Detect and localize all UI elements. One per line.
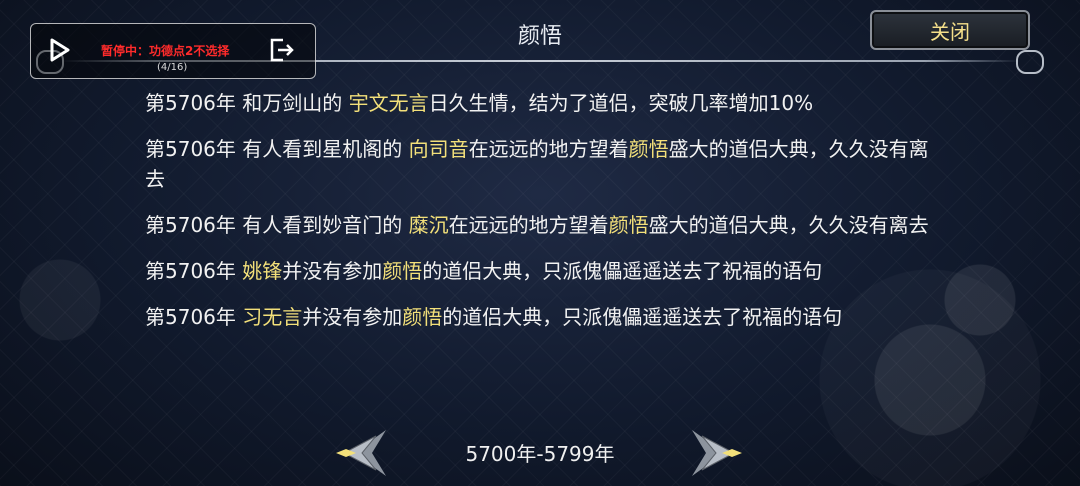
log-text: 第5706年 有人看到星机阁的	[145, 137, 409, 161]
playback-overlay: 暂停中：功德点2不选择 (4/16)	[30, 23, 316, 79]
log-entry: 第5706年 有人看到妙音门的 糜沉在远远的地方望着颜悟盛大的道侣大典，久久没有…	[145, 210, 945, 240]
character-name: 宇文无言	[348, 91, 429, 115]
exit-icon[interactable]	[269, 38, 295, 62]
log-text: 盛大的道侣大典，久久没有离去	[648, 213, 929, 237]
character-name: 颜悟	[628, 137, 669, 161]
character-name: 颜悟	[382, 259, 423, 283]
close-button[interactable]: 关闭	[870, 10, 1030, 50]
character-name: 颜悟	[608, 213, 649, 237]
year-range-label: 5700年-5799年	[465, 442, 615, 466]
log-text: 第5706年	[145, 305, 243, 329]
log-text: 日久生情，结为了道侣，突破几率增加10%	[428, 91, 814, 115]
log-text: 在远远的地方望着	[468, 137, 629, 161]
log-text: 第5706年 有人看到妙音门的	[145, 213, 409, 237]
character-name: 糜沉	[408, 213, 449, 237]
log-entry: 第5706年 姚锋并没有参加颜悟的道侣大典，只派傀儡遥遥送去了祝福的语句	[145, 256, 945, 286]
next-page-arrow-icon[interactable]	[690, 428, 746, 478]
event-log: 第5706年 和万剑山的 宇文无言日久生情，结为了道侣，突破几率增加10% 第57…	[145, 88, 945, 414]
log-entry: 第5706年 有人看到星机阁的 向司音在远远的地方望着颜悟盛大的道侣大典，久久没…	[145, 134, 945, 194]
progress-count: (4/16)	[157, 62, 188, 73]
log-text: 并没有参加	[302, 305, 403, 329]
log-text: 在远远的地方望着	[448, 213, 609, 237]
character-name: 颜悟	[402, 305, 443, 329]
log-text: 并没有参加	[282, 259, 383, 283]
pause-status-text: 暂停中：功德点2不选择	[101, 44, 230, 58]
character-name: 习无言	[242, 305, 303, 329]
character-name: 姚锋	[242, 259, 283, 283]
log-text: 第5706年 和万剑山的	[145, 91, 349, 115]
log-text: 的道侣大典，只派傀儡遥遥送去了祝福的语句	[442, 305, 843, 329]
log-entry: 第5706年 和万剑山的 宇文无言日久生情，结为了道侣，突破几率增加10%	[145, 88, 945, 118]
log-entry: 第5706年 习无言并没有参加颜悟的道侣大典，只派傀儡遥遥送去了祝福的语句	[145, 302, 945, 332]
log-text: 的道侣大典，只派傀儡遥遥送去了祝福的语句	[422, 259, 823, 283]
play-icon[interactable]	[49, 38, 71, 62]
log-text: 第5706年	[145, 259, 243, 283]
header-ornament-right	[1016, 50, 1044, 74]
character-name: 向司音	[408, 137, 469, 161]
